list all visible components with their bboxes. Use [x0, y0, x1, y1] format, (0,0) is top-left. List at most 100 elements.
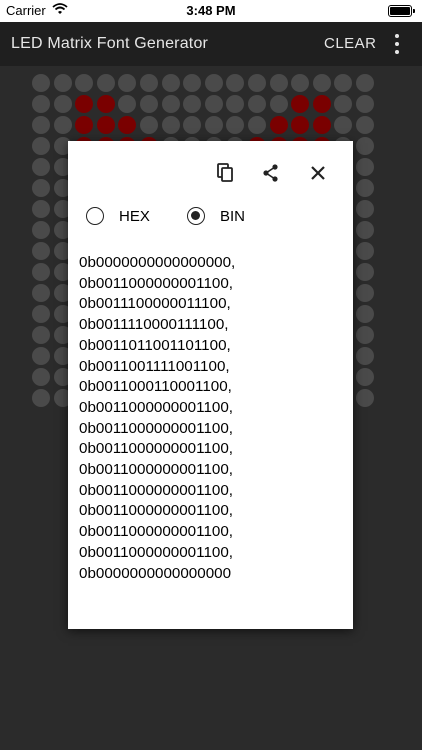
led-dot[interactable]	[32, 95, 50, 113]
led-dot[interactable]	[226, 74, 245, 92]
led-dot[interactable]	[247, 116, 266, 134]
led-dot[interactable]	[291, 95, 310, 113]
led-dot[interactable]	[53, 95, 72, 113]
more-vert-icon[interactable]	[390, 34, 404, 54]
led-dot[interactable]	[355, 326, 374, 344]
led-dot[interactable]	[355, 137, 374, 155]
led-dot[interactable]	[183, 116, 202, 134]
led-dot[interactable]	[355, 242, 374, 260]
led-dot[interactable]	[32, 305, 50, 323]
led-dot[interactable]	[32, 326, 50, 344]
output-line: 0b0011000000001100,	[79, 419, 234, 437]
led-dot[interactable]	[32, 368, 50, 386]
led-dot[interactable]	[247, 74, 266, 92]
led-dot[interactable]	[139, 74, 158, 92]
led-dot[interactable]	[118, 95, 137, 113]
led-dot[interactable]	[355, 95, 374, 113]
output-line: 0b0011000110001100,	[79, 378, 232, 396]
led-dot[interactable]	[75, 116, 94, 134]
led-dot[interactable]	[96, 116, 115, 134]
clear-button[interactable]: CLEAR	[324, 35, 377, 52]
led-dot[interactable]	[226, 116, 245, 134]
led-dot[interactable]	[312, 74, 331, 92]
output-line: 0b0011000000001100,	[79, 461, 234, 479]
led-dot[interactable]	[291, 74, 310, 92]
led-dot[interactable]	[334, 95, 353, 113]
clock: 3:48 PM	[186, 3, 236, 18]
led-dot[interactable]	[355, 74, 374, 92]
led-dot[interactable]	[269, 116, 288, 134]
led-dot[interactable]	[204, 95, 223, 113]
led-dot[interactable]	[32, 242, 50, 260]
close-icon[interactable]	[306, 161, 330, 185]
led-dot[interactable]	[32, 116, 50, 134]
led-dot[interactable]	[334, 116, 353, 134]
led-dot[interactable]	[355, 389, 374, 407]
output-line: 0b0011100000011100,	[79, 295, 231, 313]
led-dot[interactable]	[161, 95, 180, 113]
led-dot[interactable]	[161, 74, 180, 92]
led-dot[interactable]	[355, 200, 374, 218]
led-dot[interactable]	[355, 179, 374, 197]
led-dot[interactable]	[291, 116, 310, 134]
output-line: 0b0011000000001100,	[79, 398, 234, 416]
led-dot[interactable]	[32, 137, 50, 155]
led-dot[interactable]	[355, 116, 374, 134]
led-dot[interactable]	[32, 158, 50, 176]
led-dot[interactable]	[183, 95, 202, 113]
led-dot[interactable]	[96, 95, 115, 113]
output-line: 0b0011000000001100,	[79, 481, 234, 499]
app-title: LED Matrix Font Generator	[11, 35, 209, 52]
led-dot[interactable]	[312, 116, 331, 134]
bin-radio[interactable]	[187, 207, 205, 225]
led-dot[interactable]	[139, 116, 158, 134]
led-dot[interactable]	[334, 74, 353, 92]
app-bar: LED Matrix Font Generator CLEAR	[0, 22, 422, 66]
led-dot[interactable]	[269, 74, 288, 92]
led-dot[interactable]	[32, 179, 50, 197]
led-dot[interactable]	[161, 116, 180, 134]
led-dot[interactable]	[355, 263, 374, 281]
led-dot[interactable]	[355, 305, 374, 323]
led-dot[interactable]	[53, 116, 72, 134]
led-dot[interactable]	[247, 95, 266, 113]
export-dialog: HEX BIN 0b0000000000000000, 0b00110000000…	[68, 141, 353, 629]
output-line: 0b0011000000001100,	[79, 440, 234, 458]
led-dot[interactable]	[32, 263, 50, 281]
led-dot[interactable]	[355, 347, 374, 365]
led-dot[interactable]	[269, 95, 288, 113]
led-dot[interactable]	[204, 74, 223, 92]
led-dot[interactable]	[32, 389, 50, 407]
led-dot[interactable]	[32, 221, 50, 239]
led-dot[interactable]	[118, 74, 137, 92]
led-dot[interactable]	[355, 221, 374, 239]
share-icon[interactable]	[259, 161, 283, 185]
led-dot[interactable]	[32, 200, 50, 218]
led-dot[interactable]	[53, 74, 72, 92]
output-line: 0b0011011001101100,	[79, 336, 231, 354]
hex-radio[interactable]	[86, 207, 104, 225]
led-dot[interactable]	[32, 284, 50, 302]
led-dot[interactable]	[32, 74, 50, 92]
led-dot[interactable]	[75, 95, 94, 113]
output-line: 0b0011000000001100,	[79, 523, 234, 541]
led-dot[interactable]	[355, 158, 374, 176]
led-dot[interactable]	[32, 347, 50, 365]
led-dot[interactable]	[75, 74, 94, 92]
led-dot[interactable]	[312, 95, 331, 113]
hex-label[interactable]: HEX	[119, 208, 150, 225]
led-dot[interactable]	[226, 95, 245, 113]
led-dot[interactable]	[118, 116, 137, 134]
copy-icon[interactable]	[214, 161, 238, 185]
led-dot[interactable]	[355, 284, 374, 302]
output-line: 0b0011000000001100,	[79, 502, 234, 520]
binary-output: 0b0000000000000000, 0b0011000000001100, 0b…	[79, 253, 347, 584]
output-line: 0b0011000000001100,	[79, 543, 234, 561]
bin-label[interactable]: BIN	[220, 208, 245, 225]
output-line: 0b0000000000000000,	[79, 254, 236, 271]
led-dot[interactable]	[139, 95, 158, 113]
led-dot[interactable]	[96, 74, 115, 92]
led-dot[interactable]	[204, 116, 223, 134]
led-dot[interactable]	[183, 74, 202, 92]
led-dot[interactable]	[355, 368, 374, 386]
